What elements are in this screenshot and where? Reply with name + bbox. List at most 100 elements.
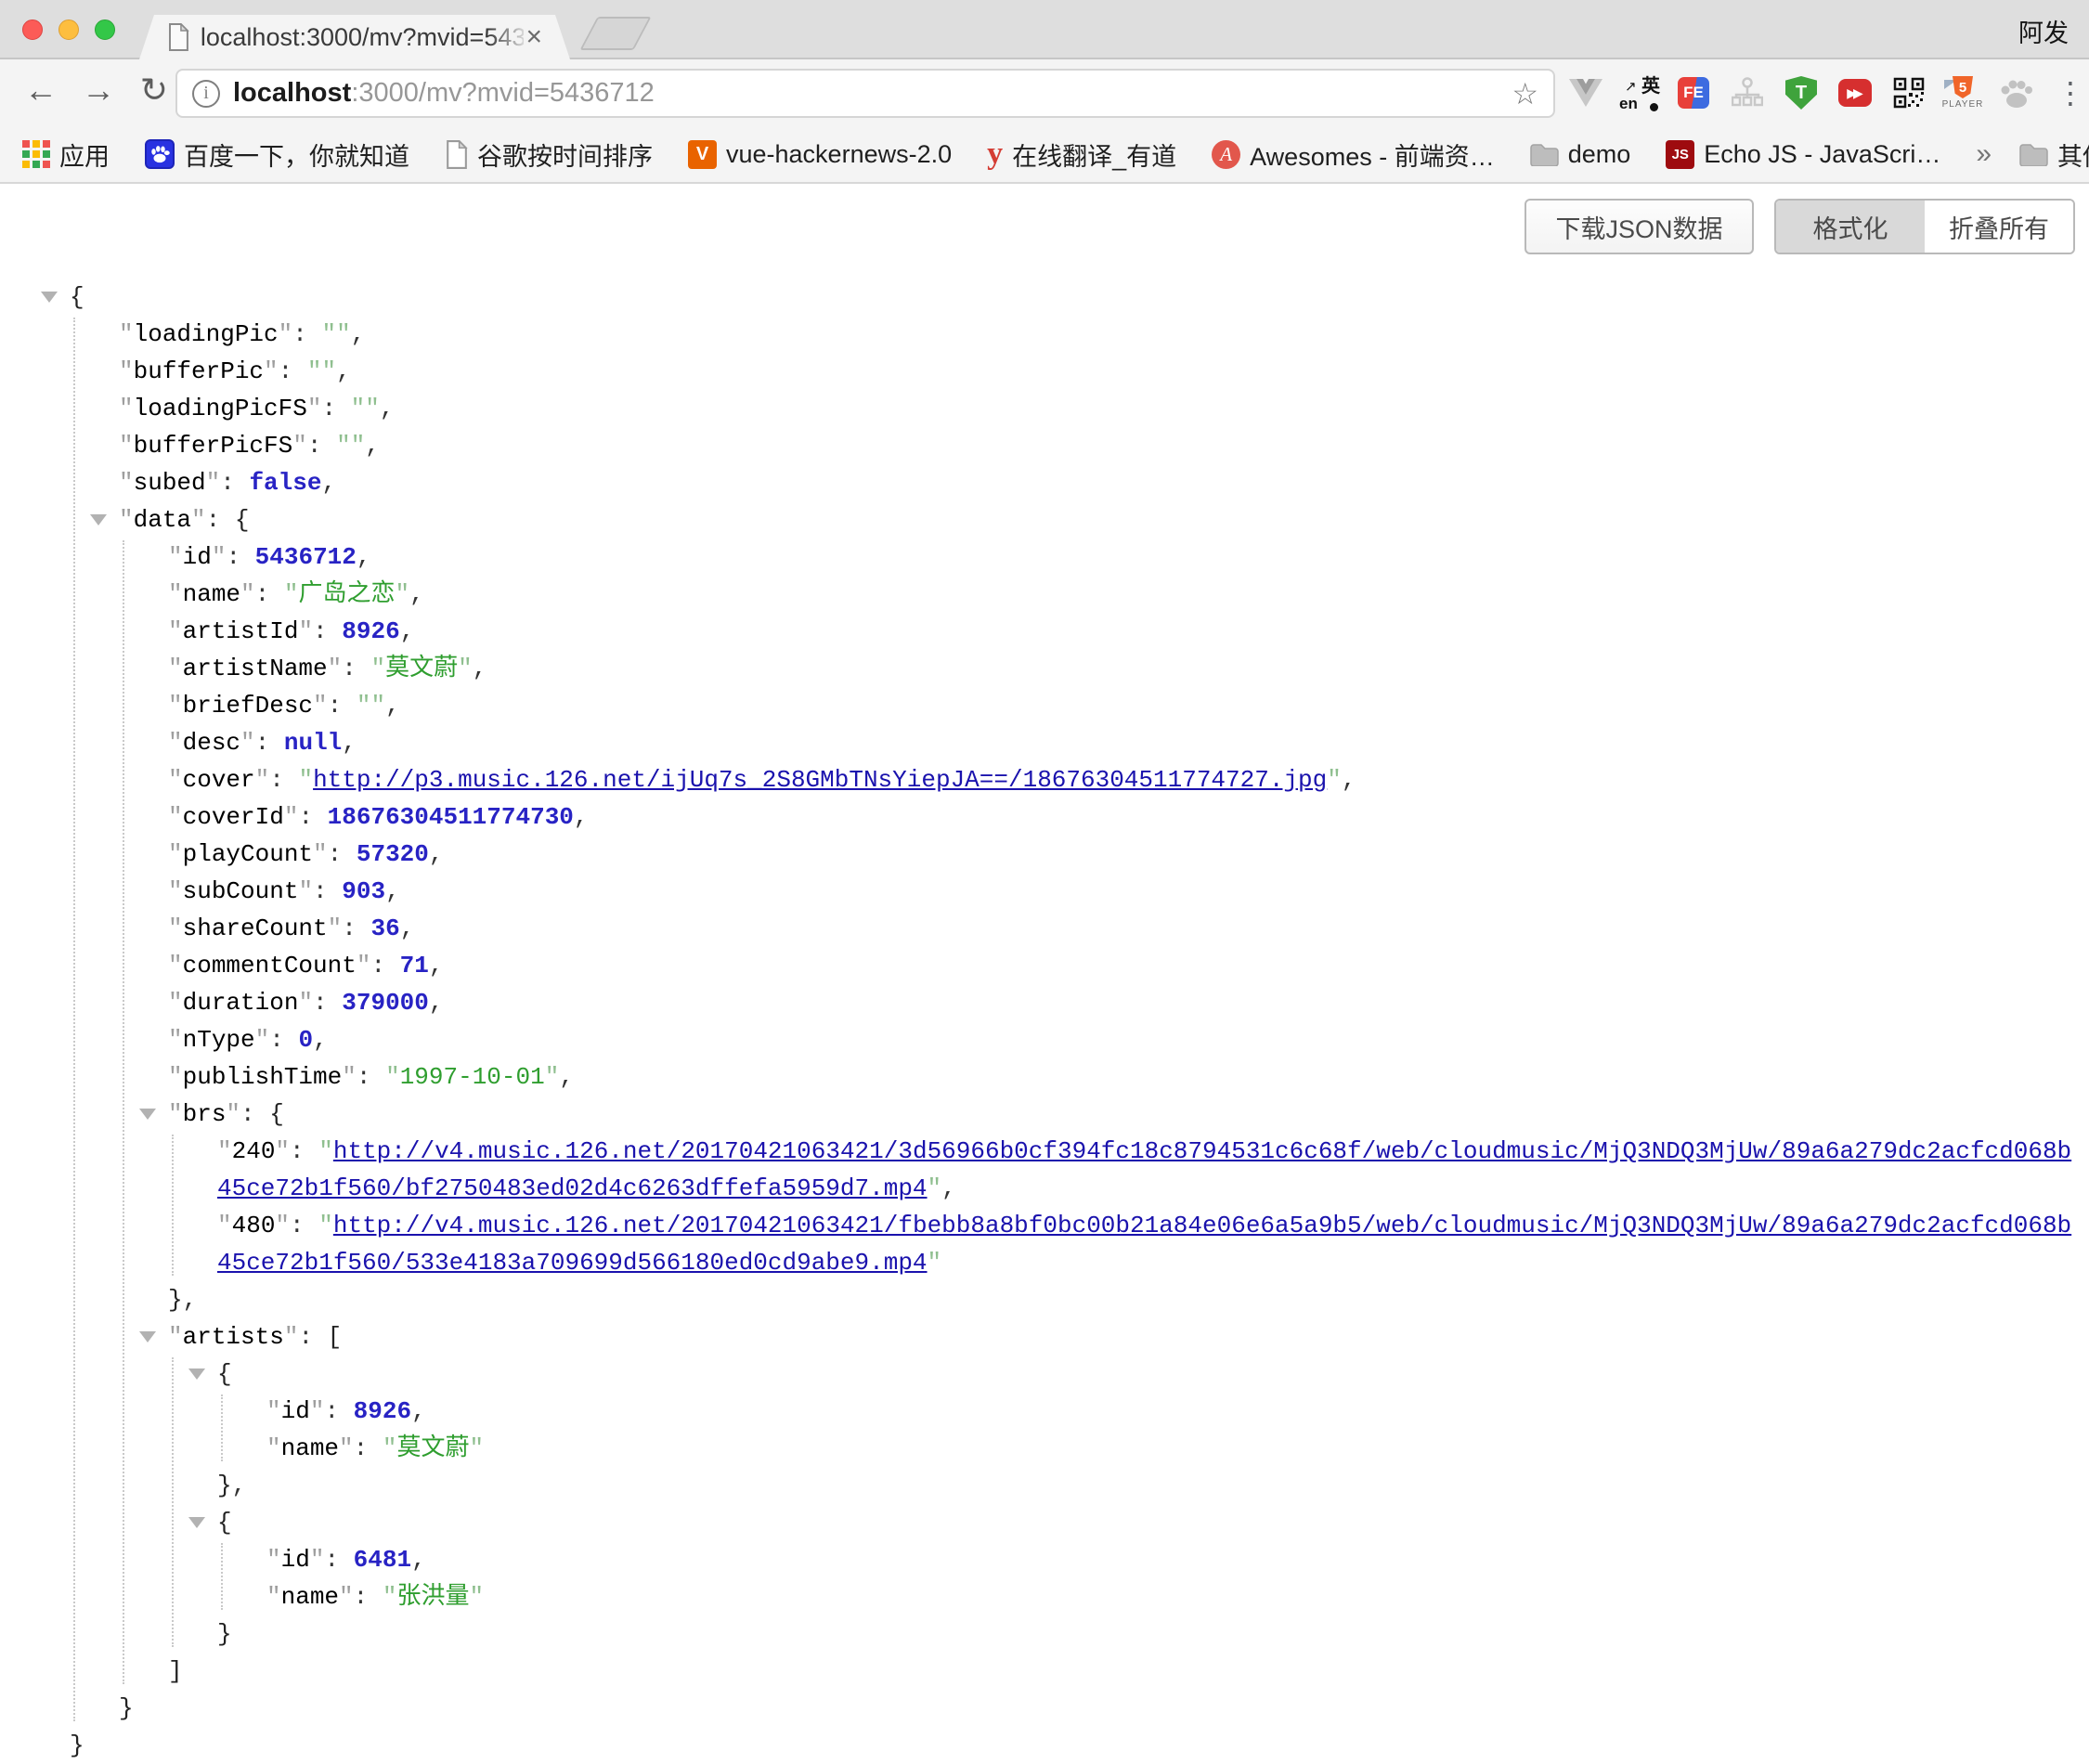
folder-icon	[1530, 143, 1559, 166]
vue-devtools-icon[interactable]	[1565, 72, 1606, 113]
json-line: "240": "http://v4.music.126.net/20170421…	[217, 1133, 2074, 1207]
json-line: "coverId": 18676304511774730,	[168, 798, 2074, 836]
bookmark-echojs[interactable]: JS Echo JS - JavaScri…	[1666, 140, 1940, 169]
extension-icons: 英 ↗ en FE T ▶▶	[1565, 59, 2089, 126]
sitemap-extension-icon[interactable]	[1727, 72, 1768, 113]
json-close-bracket: },	[168, 1281, 2074, 1318]
new-tab-button[interactable]	[579, 17, 651, 50]
json-line: "bufferPic": "",	[119, 353, 2074, 390]
bookmark-google-sort[interactable]: 谷歌按时间排序	[445, 136, 653, 173]
reload-button[interactable]: ↻	[132, 71, 176, 110]
url-host: localhost	[233, 78, 351, 108]
fe-extension-icon[interactable]: FE	[1673, 72, 1714, 113]
qr-code-icon[interactable]	[1888, 72, 1929, 113]
collapse-toggle-icon[interactable]	[90, 514, 107, 525]
collapse-toggle-icon[interactable]	[188, 1517, 205, 1528]
json-line: "name": "广岛之恋",	[168, 576, 2074, 613]
tampermonkey-icon[interactable]: T	[1781, 72, 1822, 113]
collapse-toggle-icon[interactable]	[188, 1368, 205, 1380]
json-viewer-actions: 下载JSON数据 格式化 折叠所有	[0, 184, 2089, 254]
json-line: "artistId": 8926,	[168, 613, 2074, 650]
bookmarks-overflow-chevron[interactable]: »	[1976, 138, 1992, 170]
json-link[interactable]: http://v4.music.126.net/20170421063421/3…	[217, 1137, 2071, 1202]
json-line: "cover": "http://p3.music.126.net/ijUq7s…	[168, 761, 2074, 798]
tab-strip: localhost:3000/mv?mvid=5436 × 阿发	[0, 0, 2089, 59]
page-icon	[445, 140, 468, 169]
bookmark-baidu[interactable]: 百度一下，你就知道	[145, 136, 409, 173]
json-line: "id": 6481,	[266, 1541, 2074, 1578]
paw-extension-icon[interactable]	[1996, 72, 2037, 113]
video-speed-icon[interactable]: ▶▶	[1835, 72, 1875, 113]
json-line: "nType": 0,	[168, 1021, 2074, 1058]
zoom-window-button[interactable]	[95, 19, 115, 40]
json-line: "data": {	[119, 501, 2074, 538]
awesomes-a-icon: A	[1212, 140, 1240, 169]
collapse-toggle-icon[interactable]	[139, 1109, 156, 1120]
json-line: "name": "莫文蔚"	[266, 1430, 2074, 1467]
bookmark-demo-folder[interactable]: demo	[1530, 140, 1631, 169]
json-line: "480": "http://v4.music.126.net/20170421…	[217, 1207, 2074, 1281]
collapse-toggle-icon[interactable]	[139, 1331, 156, 1342]
json-close-bracket: },	[217, 1467, 2074, 1504]
bookmark-vue-hackernews[interactable]: V vue-hackernews-2.0	[688, 140, 952, 169]
youdao-y-icon: y	[987, 136, 1003, 172]
chrome-menu-icon[interactable]: ⋮	[2050, 72, 2089, 113]
json-line: "publishTime": "1997-10-01",	[168, 1058, 2074, 1096]
collapse-toggle-icon[interactable]	[41, 292, 58, 303]
bookmark-star-icon[interactable]: ☆	[1512, 76, 1538, 111]
bookmarks-bar: 应用 百度一下，你就知道 谷歌按时间排序 V vue-hackernews-2.…	[0, 126, 2089, 184]
download-json-button[interactable]: 下载JSON数据	[1525, 199, 1754, 254]
url-text[interactable]: localhost:3000/mv?mvid=5436712	[233, 78, 1512, 109]
json-line: "artistName": "莫文蔚",	[168, 650, 2074, 687]
json-line: "id": 5436712,	[168, 538, 2074, 576]
tab-close-icon[interactable]: ×	[525, 23, 542, 51]
active-tab[interactable]: localhost:3000/mv?mvid=5436 ×	[139, 15, 570, 59]
json-line: "shareCount": 36,	[168, 910, 2074, 947]
translate-extension-icon[interactable]: 英 ↗ en	[1619, 72, 1660, 113]
window-controls	[22, 19, 115, 40]
json-line: "artists": [	[168, 1318, 2074, 1355]
url-path: :3000/mv?mvid=5436712	[351, 78, 654, 108]
close-window-button[interactable]	[22, 19, 43, 40]
json-line: "duration": 379000,	[168, 984, 2074, 1021]
json-line: "loadingPic": "",	[119, 316, 2074, 353]
minimize-window-button[interactable]	[58, 19, 79, 40]
json-line: {	[217, 1504, 2074, 1541]
json-close-bracket: }	[217, 1615, 2074, 1653]
json-tree: {"loadingPic": "","bufferPic": "","loadi…	[70, 279, 2074, 1764]
bookmark-awesomes[interactable]: A Awesomes - 前端资…	[1212, 136, 1495, 173]
json-line: "subed": false,	[119, 464, 2074, 501]
view-mode-segmented-control: 格式化 折叠所有	[1774, 199, 2075, 254]
bookmark-youdao[interactable]: y 在线翻译_有道	[987, 136, 1176, 173]
bookmark-other-folder[interactable]: 其他书签	[2019, 136, 2089, 173]
vue-v-icon: V	[688, 140, 717, 169]
tab-title-fade	[488, 23, 525, 52]
page-favicon-icon	[167, 23, 189, 51]
forward-button[interactable]: →	[76, 71, 121, 110]
json-line: "subCount": 903,	[168, 873, 2074, 910]
echojs-js-icon: JS	[1666, 140, 1694, 169]
address-bar[interactable]: i localhost:3000/mv?mvid=5436712 ☆	[175, 69, 1555, 118]
profile-name[interactable]: 阿发	[2018, 13, 2069, 49]
json-link[interactable]: http://p3.music.126.net/ijUq7s_2S8GMbTNs…	[313, 766, 1327, 794]
back-button[interactable]: ←	[19, 71, 63, 110]
json-line: "loadingPicFS": "",	[119, 390, 2074, 427]
baidu-paw-icon	[145, 139, 175, 169]
page-info-icon[interactable]: i	[192, 80, 220, 108]
json-line: "id": 8926,	[266, 1393, 2074, 1430]
tab-title: localhost:3000/mv?mvid=5436	[201, 23, 525, 52]
json-line: "commentCount": 71,	[168, 947, 2074, 984]
json-line: "name": "张洪量"	[266, 1578, 2074, 1615]
format-button[interactable]: 格式化	[1776, 201, 1925, 253]
apps-grid-icon	[22, 140, 50, 168]
json-line: "brs": {	[168, 1096, 2074, 1133]
json-line: "playCount": 57320,	[168, 836, 2074, 873]
json-line: "briefDesc": "",	[168, 687, 2074, 724]
json-line: {	[217, 1355, 2074, 1393]
json-line: "desc": null,	[168, 724, 2074, 761]
h5-player-icon[interactable]: 5 PLAYER	[1942, 72, 1983, 113]
json-link[interactable]: http://v4.music.126.net/20170421063421/f…	[217, 1212, 2071, 1277]
bookmark-apps[interactable]: 应用	[22, 136, 110, 173]
collapse-all-button[interactable]: 折叠所有	[1925, 201, 2073, 253]
json-line: {	[70, 279, 2074, 316]
